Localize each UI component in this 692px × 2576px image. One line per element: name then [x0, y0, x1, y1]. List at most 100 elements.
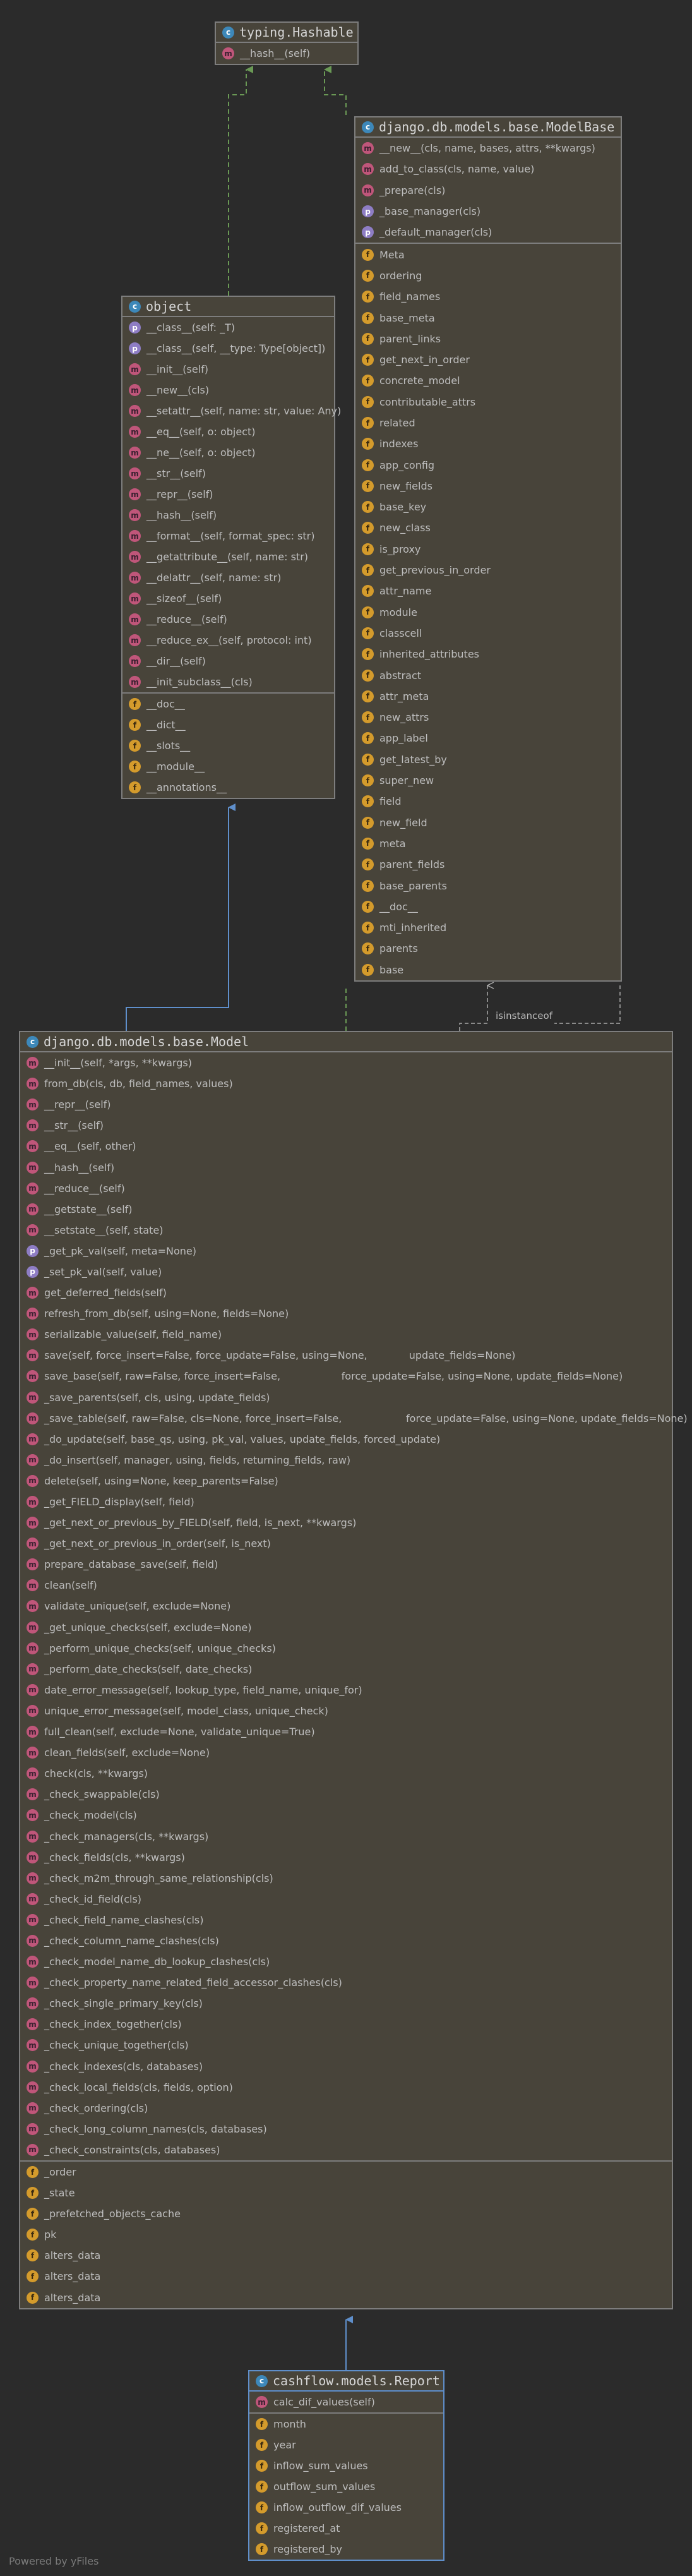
field-row[interactable]: f registered_at	[249, 2518, 443, 2539]
method-row[interactable]: m __delattr__(self, name: str)	[122, 567, 334, 588]
class-node-model[interactable]: c django.db.models.base.Model m __init__(se…	[19, 1031, 688, 2309]
method-row[interactable]: m __setstate__(self, state)	[20, 1220, 672, 1241]
property-row[interactable]: p _default_manager(cls)	[355, 222, 621, 243]
method-row[interactable]: m _check_swappable(cls)	[20, 1784, 672, 1805]
field-row[interactable]: f ordering	[355, 265, 621, 286]
field-row[interactable]: f registered_by	[249, 2539, 443, 2560]
method-row[interactable]: m _get_unique_checks(self, exclude=None)	[20, 1617, 672, 1638]
property-row[interactable]: p _get_pk_val(self, meta=None)	[20, 1241, 672, 1261]
method-row[interactable]: m unique_error_message(self, model_class,…	[20, 1700, 672, 1721]
method-row[interactable]: m __eq__(self, o: object)	[122, 421, 334, 442]
field-row[interactable]: f field	[355, 791, 621, 812]
method-row[interactable]: m __setattr__(self, name: str, value: Any…	[122, 400, 341, 421]
class-header[interactable]: c typing.Hashable	[216, 23, 357, 43]
field-row[interactable]: f is_proxy	[355, 539, 621, 560]
field-row[interactable]: f parent_fields	[355, 854, 621, 875]
field-row[interactable]: f alters_data	[20, 2266, 672, 2287]
property-row[interactable]: p __class__(self: _T)	[122, 317, 334, 338]
field-row[interactable]: f outflow_sum_values	[249, 2476, 443, 2497]
field-row[interactable]: f __annotations__	[122, 777, 334, 798]
method-row[interactable]: m __repr__(self)	[20, 1094, 672, 1115]
field-row[interactable]: f get_latest_by	[355, 749, 621, 770]
method-row[interactable]: m save_base(self, raw=False, force_insert…	[20, 1366, 672, 1387]
method-row[interactable]: m __repr__(self)	[122, 484, 334, 505]
class-node-modelbase[interactable]: c django.db.models.base.ModelBase m __new__…	[354, 116, 622, 982]
field-row[interactable]: f _state	[20, 2182, 672, 2203]
field-row[interactable]: f attr_meta	[355, 686, 621, 707]
field-row[interactable]: f new_class	[355, 517, 621, 538]
method-row[interactable]: m _do_update(self, base_qs, using, pk_val…	[20, 1429, 672, 1450]
method-row[interactable]: m _perform_unique_checks(self, unique_che…	[20, 1638, 672, 1659]
field-row[interactable]: f inflow_sum_values	[249, 2455, 443, 2476]
field-row[interactable]: f _order	[20, 2162, 672, 2182]
method-row[interactable]: m __str__(self)	[20, 1115, 672, 1136]
method-row[interactable]: m _check_model_name_db_lookup_clashes(cls…	[20, 1951, 672, 1972]
method-row[interactable]: m __format__(self, format_spec: str)	[122, 526, 334, 546]
class-node-report[interactable]: c cashflow.models.Report m calc_dif_values(…	[248, 2370, 444, 2561]
field-row[interactable]: f app_label	[355, 728, 621, 749]
property-row[interactable]: p _base_manager(cls)	[355, 201, 621, 222]
method-row[interactable]: m __str__(self)	[122, 463, 334, 484]
field-row[interactable]: f inflow_outflow_dif_values	[249, 2497, 443, 2518]
field-row[interactable]: f classcell	[355, 623, 621, 644]
method-row[interactable]: m from_db(cls, db, field_names, values)	[20, 1073, 672, 1094]
method-row[interactable]: m _perform_date_checks(self, date_checks)	[20, 1659, 672, 1680]
class-header[interactable]: c django.db.models.base.Model	[20, 1032, 672, 1052]
field-row[interactable]: f alters_data	[20, 2245, 672, 2266]
method-row[interactable]: m _check_m2m_through_same_relationship(cl…	[20, 1868, 672, 1889]
method-row[interactable]: m __getattribute__(self, name: str)	[122, 546, 334, 567]
method-row[interactable]: m _get_next_or_previous_in_order(self, is…	[20, 1533, 672, 1554]
method-row[interactable]: m _save_table(self, raw=False, cls=None, …	[20, 1408, 688, 1429]
field-row[interactable]: f super_new	[355, 770, 621, 791]
method-row[interactable]: m prepare_database_save(self, field)	[20, 1554, 672, 1575]
method-row[interactable]: m _check_index_together(cls)	[20, 2014, 672, 2035]
method-row[interactable]: m __ne__(self, o: object)	[122, 442, 334, 463]
field-row[interactable]: f get_previous_in_order	[355, 560, 621, 581]
method-row[interactable]: m calc_dif_values(self)	[249, 2392, 443, 2412]
property-row[interactable]: p __class__(self, __type: Type[object])	[122, 338, 334, 359]
field-row[interactable]: f app_config	[355, 454, 621, 475]
field-row[interactable]: f base_key	[355, 497, 621, 517]
field-row[interactable]: f _prefetched_objects_cache	[20, 2203, 672, 2224]
method-row[interactable]: m clean(self)	[20, 1575, 672, 1596]
field-row[interactable]: f module	[355, 602, 621, 623]
property-row[interactable]: p _set_pk_val(self, value)	[20, 1261, 672, 1282]
field-row[interactable]: f base_parents	[355, 875, 621, 896]
class-node-hashable[interactable]: c typing.Hashable m __hash__(self)	[215, 21, 359, 65]
method-row[interactable]: m _get_FIELD_display(self, field)	[20, 1491, 672, 1512]
field-row[interactable]: f base_meta	[355, 307, 621, 328]
method-row[interactable]: m __init_subclass__(cls)	[122, 671, 334, 692]
method-row[interactable]: m serializable_value(self, field_name)	[20, 1324, 672, 1345]
method-row[interactable]: m save(self, force_insert=False, force_up…	[20, 1345, 672, 1366]
method-row[interactable]: m check(cls, **kwargs)	[20, 1763, 672, 1784]
field-row[interactable]: f month	[249, 2414, 443, 2435]
method-row[interactable]: m _do_insert(self, manager, using, fields…	[20, 1450, 672, 1471]
method-row[interactable]: m __hash__(self)	[122, 505, 334, 526]
method-row[interactable]: m delete(self, using=None, keep_parents=F…	[20, 1471, 672, 1491]
field-row[interactable]: f pk	[20, 2224, 672, 2245]
method-row[interactable]: m __new__(cls, name, bases, attrs, **kwar…	[355, 138, 621, 159]
field-row[interactable]: f indexes	[355, 433, 621, 454]
field-row[interactable]: f meta	[355, 833, 621, 854]
class-header[interactable]: c django.db.models.base.ModelBase	[355, 117, 621, 138]
method-row[interactable]: m __dir__(self)	[122, 651, 334, 671]
method-row[interactable]: m date_error_message(self, lookup_type, f…	[20, 1680, 672, 1700]
method-row[interactable]: m __init__(self, *args, **kwargs)	[20, 1052, 672, 1073]
field-row[interactable]: f new_fields	[355, 476, 621, 497]
method-row[interactable]: m _check_column_name_clashes(cls)	[20, 1930, 672, 1951]
method-row[interactable]: m clean_fields(self, exclude=None)	[20, 1742, 672, 1763]
field-row[interactable]: f contributable_attrs	[355, 392, 621, 412]
method-row[interactable]: m validate_unique(self, exclude=None)	[20, 1596, 672, 1616]
method-row[interactable]: m __hash__(self)	[20, 1157, 672, 1177]
method-row[interactable]: m get_deferred_fields(self)	[20, 1282, 672, 1303]
field-row[interactable]: f __dict__	[122, 714, 334, 735]
class-node-object[interactable]: c object p __class__(self: _T) p __class__(se…	[121, 296, 341, 799]
method-row[interactable]: m __reduce__(self)	[122, 609, 334, 630]
method-row[interactable]: m _get_next_or_previous_by_FIELD(self, fi…	[20, 1512, 672, 1533]
method-row[interactable]: m _check_local_fields(cls, fields, option…	[20, 2077, 672, 2098]
method-row[interactable]: m _save_parents(self, cls, using, update_…	[20, 1387, 672, 1408]
field-row[interactable]: f __doc__	[122, 694, 334, 714]
method-row[interactable]: m _prepare(cls)	[355, 180, 621, 201]
method-row[interactable]: m refresh_from_db(self, using=None, field…	[20, 1303, 672, 1324]
field-row[interactable]: f parent_links	[355, 328, 621, 349]
